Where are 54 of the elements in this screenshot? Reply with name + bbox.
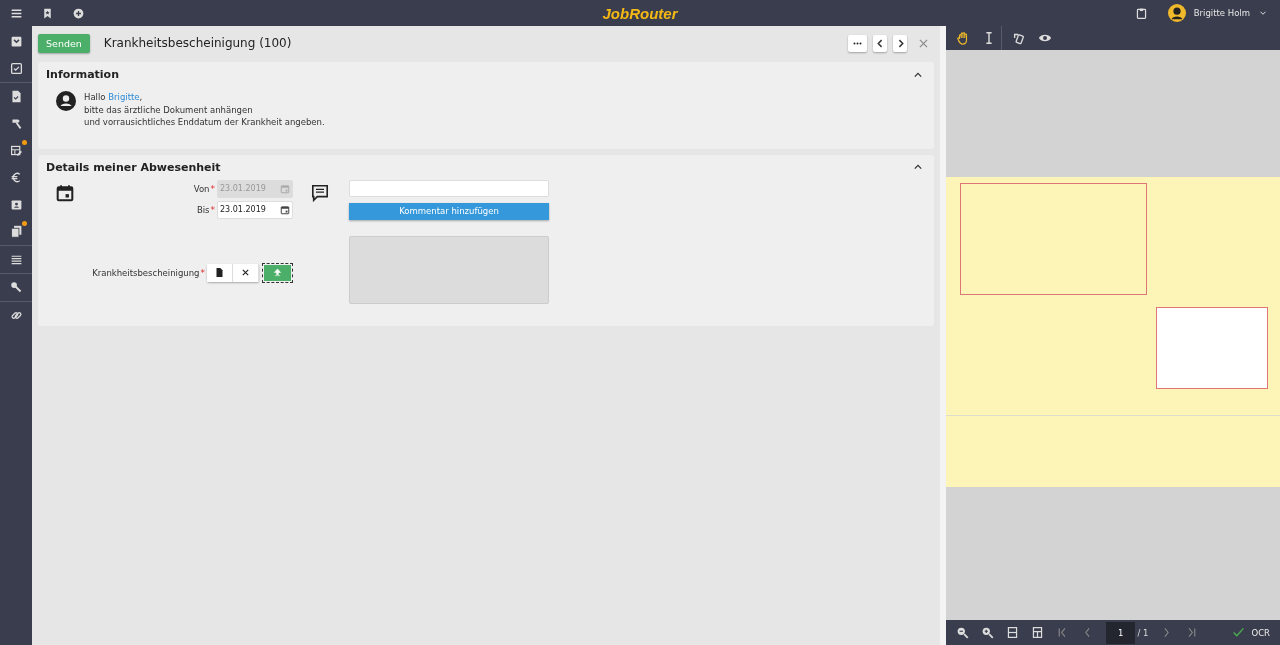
- fit-width-icon[interactable]: [1006, 626, 1019, 639]
- collapse-icon[interactable]: [914, 71, 922, 78]
- chevron-left-icon: [875, 38, 885, 48]
- close-icon: [241, 268, 250, 277]
- page-number-field[interactable]: 1: [1106, 621, 1136, 644]
- avatar-icon: [1167, 4, 1186, 22]
- comment-input[interactable]: [349, 179, 549, 197]
- previous-button[interactable]: [873, 34, 887, 52]
- required-mark: *: [210, 183, 215, 194]
- section-title: Details meiner Abwesenheit: [46, 160, 221, 174]
- list-icon: [9, 253, 23, 266]
- close-icon[interactable]: [919, 38, 928, 48]
- document-icon: [215, 268, 224, 277]
- date-field[interactable]: 23.01.2019: [217, 200, 293, 219]
- user-name[interactable]: Brigitte Holm: [1193, 8, 1250, 18]
- euro-icon: [9, 171, 23, 184]
- copy-icon: [9, 225, 23, 238]
- field-label: Krankheitsbescheinigung: [92, 267, 200, 278]
- check-icon: [9, 62, 23, 75]
- page-total: / 1: [1137, 627, 1149, 638]
- field-label: Von: [193, 183, 210, 194]
- step-title: Krankheitsbescheinigung (100): [103, 36, 292, 50]
- calendar-icon[interactable]: [280, 204, 290, 215]
- clipboard-icon[interactable]: [1134, 6, 1148, 20]
- calendar-icon: [56, 183, 74, 202]
- fit-page-icon[interactable]: [1031, 626, 1044, 639]
- file-button[interactable]: [207, 263, 233, 282]
- add-icon[interactable]: [72, 6, 85, 20]
- info-text: bitte das ärztliche Dokument anhängen: [84, 103, 254, 116]
- zoom-in-icon[interactable]: [981, 626, 994, 639]
- logo: JobRouter: [602, 4, 678, 22]
- badge-icon: [9, 198, 23, 211]
- info-text: und vorrausichtliches Enddatum der Krankheit angeben.: [84, 116, 325, 129]
- greeting-text: Hallo: [84, 92, 106, 102]
- link-icon: [9, 309, 23, 322]
- splitter-handle[interactable]: [940, 26, 946, 645]
- upload-icon: [273, 268, 282, 277]
- hammer-icon: [9, 117, 23, 130]
- table-icon: [9, 144, 23, 157]
- collapse-icon[interactable]: [914, 164, 922, 170]
- required-mark: *: [200, 267, 205, 278]
- comment-icon: [311, 183, 329, 202]
- inbox-icon: [9, 35, 23, 48]
- zoom-out-icon[interactable]: [956, 626, 969, 639]
- bookmark-icon[interactable]: [41, 6, 54, 20]
- ocr-button[interactable]: OCR: [1251, 627, 1270, 638]
- more-button[interactable]: [848, 34, 867, 52]
- field-label: Bis: [196, 204, 210, 215]
- wrench-icon: [9, 281, 23, 294]
- section-title: Information: [46, 68, 119, 81]
- user-icon: [56, 91, 76, 111]
- next-button[interactable]: [893, 34, 907, 52]
- required-mark: *: [210, 204, 215, 215]
- document-icon: [9, 90, 23, 103]
